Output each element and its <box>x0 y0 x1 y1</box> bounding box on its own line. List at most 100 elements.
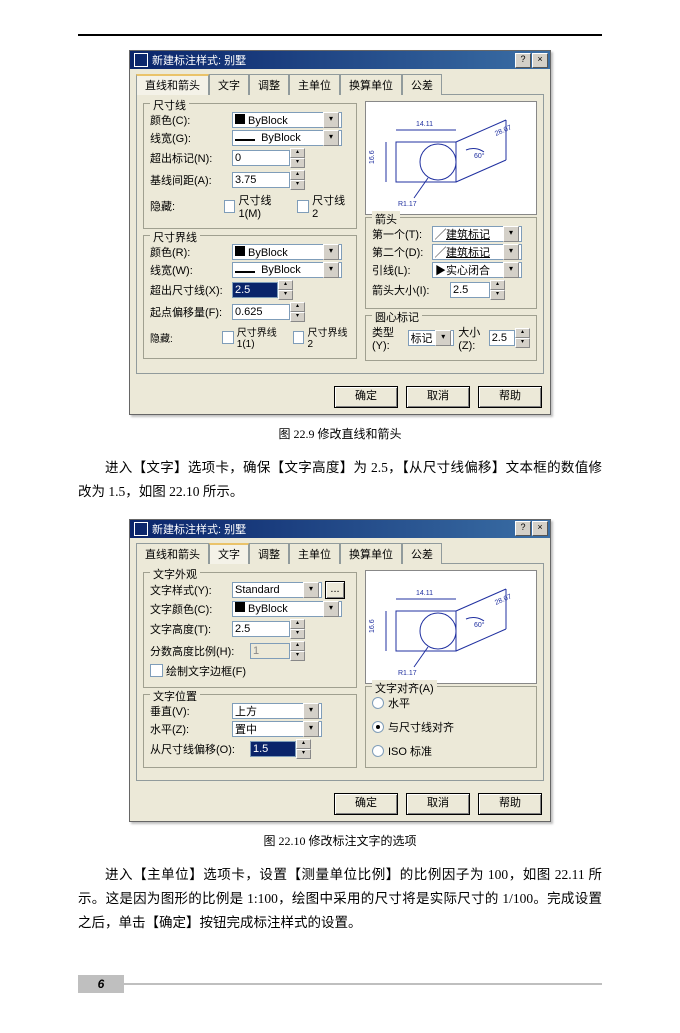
group-extline-title: 尺寸界线 <box>150 229 200 245</box>
extline-color-combo[interactable]: ByBlock▾ <box>232 244 342 260</box>
align-horiz-radio[interactable] <box>372 697 384 709</box>
tab-fit[interactable]: 调整 <box>249 74 289 95</box>
svg-text:60°: 60° <box>474 621 485 629</box>
fig1-preview: 14.11 16.6 R1.17 60° 28.07 <box>365 101 537 215</box>
center-size-input[interactable]: 2.5 <box>489 330 515 346</box>
extline-origin-label: 起点偏移量(F): <box>150 304 232 320</box>
chevron-down-icon: ▾ <box>303 703 319 719</box>
center-type-label: 类型(Y): <box>372 324 408 352</box>
dimline-hide-label: 隐藏: <box>150 198 224 214</box>
help-button[interactable]: 帮助 <box>478 386 542 408</box>
spin-buttons[interactable]: ▴▾ <box>290 148 305 168</box>
cancel-button[interactable]: 取消 <box>406 793 470 815</box>
align-iso-label: ISO 标准 <box>388 743 432 759</box>
dimline-color-combo[interactable]: ByBlock▾ <box>232 112 342 128</box>
extline-ext-label: 超出尺寸线(X): <box>150 282 232 298</box>
chevron-down-icon: ▾ <box>323 244 339 260</box>
spin-buttons: ▴▾ <box>290 641 305 661</box>
fig2-dialog: 新建标注样式: 别墅 ? × 直线和箭头 文字 调整 主单位 换算单位 公差 文… <box>129 519 551 822</box>
spin-buttons[interactable]: ▴▾ <box>515 328 530 348</box>
center-type-combo[interactable]: 标记▾ <box>408 330 455 346</box>
svg-text:60°: 60° <box>474 152 485 160</box>
chevron-down-icon: ▾ <box>503 262 519 278</box>
extline-ext-input[interactable]: 2.5 <box>232 282 278 298</box>
help-icon[interactable]: ? <box>515 53 531 68</box>
arrow-second-combo[interactable]: ╱建筑标记▾ <box>432 244 522 260</box>
hide-ext2-label: 尺寸界线 2 <box>307 324 350 350</box>
arrow-size-label: 箭头大小(I): <box>372 282 450 298</box>
align-dimline-label: 与尺寸线对齐 <box>388 719 454 735</box>
page-number: 6 <box>78 975 124 993</box>
hide-ext1-label: 尺寸界线 1(1) <box>237 324 290 350</box>
cancel-button[interactable]: 取消 <box>406 386 470 408</box>
arrow-leader-combo[interactable]: ▶实心闭合▾ <box>432 262 522 278</box>
vert-combo[interactable]: 上方▾ <box>232 703 322 719</box>
dimline-lw-combo[interactable]: ByBlock▾ <box>232 130 342 146</box>
tab-alt-units[interactable]: 换算单位 <box>340 543 402 564</box>
fig2-tabs: 直线和箭头 文字 调整 主单位 换算单位 公差 <box>130 538 550 563</box>
fig1-title: 新建标注样式: 别墅 <box>152 52 246 68</box>
offset-input[interactable]: 1.5 <box>250 741 296 757</box>
group-appearance: 文字外观 文字样式(Y): Standard▾ ... 文字颜色(C): ByB… <box>143 572 357 688</box>
tab-tolerance[interactable]: 公差 <box>402 74 442 95</box>
spin-buttons[interactable]: ▴▾ <box>490 280 505 300</box>
tab-tolerance[interactable]: 公差 <box>402 543 442 564</box>
fig2-preview: 14.11 16.6 R1.17 60° 28.07 <box>365 570 537 684</box>
svg-text:R1.17: R1.17 <box>398 201 417 208</box>
spin-buttons[interactable]: ▴▾ <box>290 302 305 322</box>
footer-rule <box>124 983 602 985</box>
group-placement: 文字位置 垂直(V): 上方▾ 水平(Z): 置中▾ 从尺寸线偏移(O): 1.… <box>143 694 357 768</box>
help-button[interactable]: 帮助 <box>478 793 542 815</box>
svg-text:16.6: 16.6 <box>369 150 376 164</box>
spin-buttons[interactable]: ▴▾ <box>278 280 293 300</box>
spin-buttons[interactable]: ▴▾ <box>290 170 305 190</box>
text-height-input[interactable]: 2.5 <box>232 621 290 637</box>
text-frame-check[interactable] <box>150 664 163 677</box>
ok-button[interactable]: 确定 <box>334 793 398 815</box>
style-browse-button[interactable]: ... <box>325 581 345 599</box>
extline-color-label: 颜色(R): <box>150 244 232 260</box>
horiz-combo[interactable]: 置中▾ <box>232 721 322 737</box>
tab-text[interactable]: 文字 <box>209 543 249 564</box>
extline-origin-input[interactable]: 0.625 <box>232 304 290 320</box>
group-dimline: 尺寸线 颜色(C): ByBlock▾ 线宽(G): ByBlock▾ 超出标记… <box>143 103 357 229</box>
frac-scale-label: 分数高度比例(H): <box>150 643 250 659</box>
extline-lw-combo[interactable]: ByBlock▾ <box>232 262 342 278</box>
tab-alt-units[interactable]: 换算单位 <box>340 74 402 95</box>
arrow-first-combo[interactable]: ╱建筑标记▾ <box>432 226 522 242</box>
text-style-combo[interactable]: Standard▾ <box>232 582 322 598</box>
help-icon[interactable]: ? <box>515 521 531 536</box>
close-icon[interactable]: × <box>532 53 548 68</box>
group-arrow-title: 箭头 <box>372 211 400 227</box>
top-rule <box>78 34 602 36</box>
align-iso-radio[interactable] <box>372 745 384 757</box>
chevron-down-icon: ▾ <box>323 601 339 617</box>
spin-buttons[interactable]: ▴▾ <box>290 619 305 639</box>
text-height-label: 文字高度(T): <box>150 621 232 637</box>
tab-primary-units[interactable]: 主单位 <box>289 543 340 564</box>
close-icon[interactable]: × <box>532 521 548 536</box>
chevron-down-icon: ▾ <box>323 262 339 278</box>
dimline-ext-input[interactable]: 0 <box>232 150 290 166</box>
tab-lines-arrows[interactable]: 直线和箭头 <box>136 74 209 95</box>
align-dimline-radio[interactable] <box>372 721 384 733</box>
text-color-label: 文字颜色(C): <box>150 601 232 617</box>
dimline-baseline-input[interactable]: 3.75 <box>232 172 290 188</box>
spin-buttons[interactable]: ▴▾ <box>296 739 311 759</box>
ok-button[interactable]: 确定 <box>334 386 398 408</box>
fig1-caption: 图 22.9 修改直线和箭头 <box>78 425 602 442</box>
tab-primary-units[interactable]: 主单位 <box>289 74 340 95</box>
hide-dim1-check[interactable] <box>224 200 236 213</box>
fig2-titlebar: 新建标注样式: 别墅 ? × <box>130 520 550 538</box>
tab-lines-arrows[interactable]: 直线和箭头 <box>136 543 209 564</box>
hide-ext2-check[interactable] <box>293 331 305 344</box>
tab-text[interactable]: 文字 <box>209 74 249 95</box>
hide-dim2-check[interactable] <box>297 200 309 213</box>
tab-fit[interactable]: 调整 <box>249 543 289 564</box>
text-color-combo[interactable]: ByBlock▾ <box>232 601 342 617</box>
arrow-second-label: 第二个(D): <box>372 244 432 260</box>
extline-lw-label: 线宽(W): <box>150 262 232 278</box>
hide-ext1-check[interactable] <box>222 331 234 344</box>
arrow-size-input[interactable]: 2.5 <box>450 282 490 298</box>
frac-scale-input: 1 <box>250 643 290 659</box>
